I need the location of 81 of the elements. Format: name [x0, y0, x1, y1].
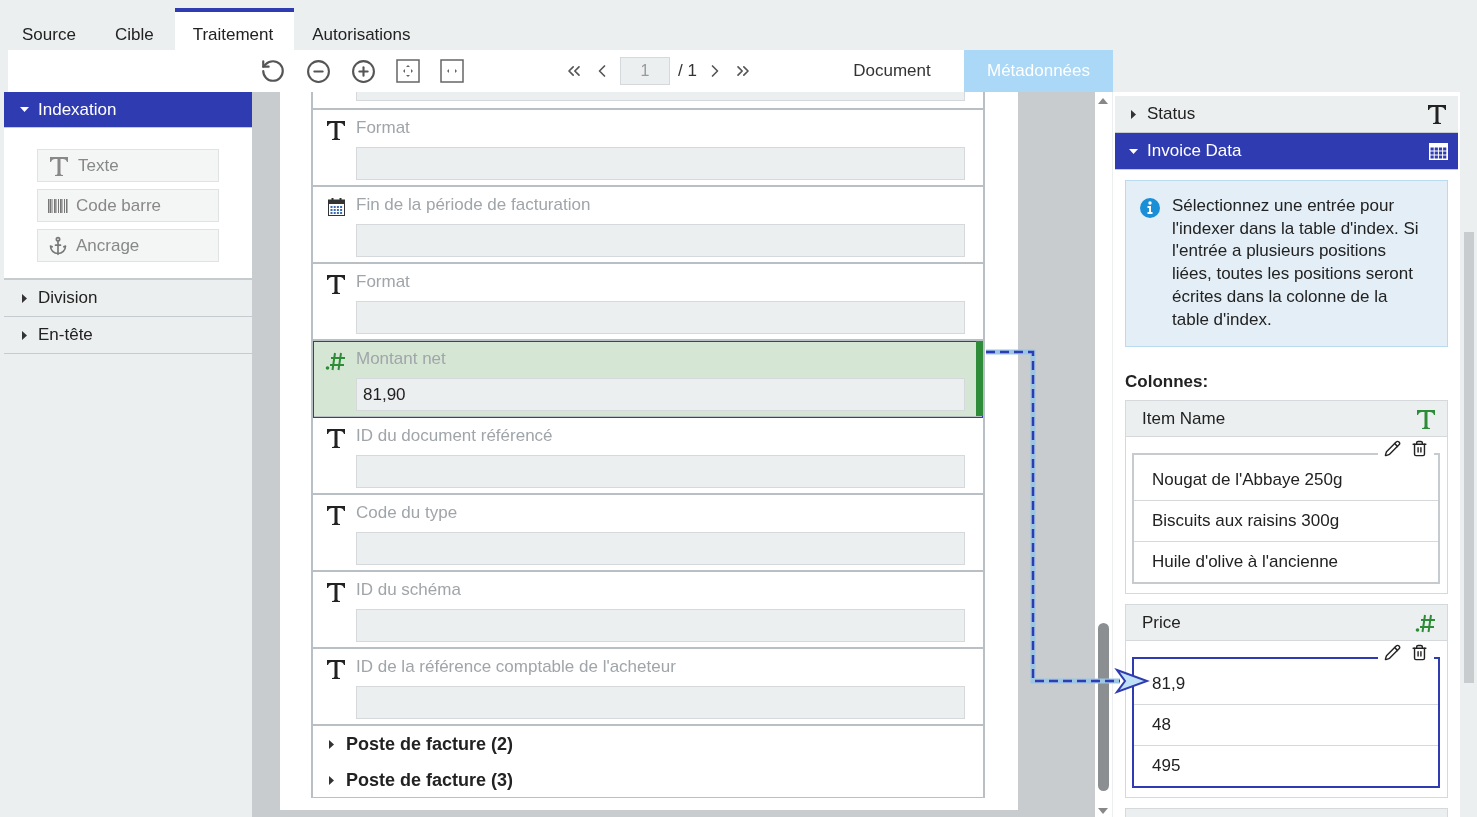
- palette-label: Code barre: [76, 195, 162, 216]
- input-field[interactable]: [356, 301, 965, 334]
- field-label: Format: [356, 272, 411, 293]
- column-name: Item Name: [1142, 408, 1227, 429]
- input-field[interactable]: [356, 609, 965, 642]
- edit-icon[interactable]: [1384, 644, 1401, 662]
- text-type-icon: [1415, 407, 1437, 430]
- page-count: / 1: [678, 61, 697, 81]
- field-label: ID de la référence comptable de l'acheteur: [356, 657, 677, 678]
- panel-section[interactable]: Status: [1115, 96, 1458, 133]
- column-value[interactable]: 81,9: [1134, 664, 1438, 705]
- input-field[interactable]: 81,90: [356, 378, 965, 411]
- section-title: Poste de facture (2): [346, 734, 514, 755]
- number-type-icon: [325, 351, 347, 371]
- input-field[interactable]: [356, 92, 965, 101]
- info-icon: [1140, 198, 1160, 218]
- collapsible-section[interactable]: Poste de facture (3): [327, 770, 983, 791]
- field-label: Code du type: [356, 503, 459, 524]
- text-type-icon: [325, 273, 347, 295]
- text-type-icon: [1426, 103, 1448, 125]
- field-label: ID du document référencé: [356, 426, 554, 447]
- rotate-icon[interactable]: [260, 58, 286, 84]
- scrollbar[interactable]: [1095, 92, 1112, 817]
- section-title: Status: [1147, 104, 1197, 124]
- input-field[interactable]: [356, 147, 965, 180]
- section-title: Division: [38, 288, 98, 308]
- tab[interactable]: Traitement: [174, 8, 295, 50]
- text-type-icon: [325, 427, 347, 449]
- text-type-icon: [325, 581, 347, 603]
- delete-icon[interactable]: [1411, 440, 1428, 458]
- column-value[interactable]: 48: [1134, 704, 1438, 746]
- field-label: Fin de la période de facturation: [356, 195, 592, 216]
- caret-icon: [1129, 146, 1138, 156]
- field-label: Montant net: [356, 349, 447, 370]
- delete-icon[interactable]: [1411, 644, 1428, 662]
- section-title: Invoice Data: [1147, 141, 1243, 161]
- panel-section[interactable]: Invoice Data: [1115, 133, 1458, 170]
- column-value[interactable]: Biscuits aux raisins 300g: [1134, 500, 1438, 542]
- sidebar-section[interactable]: Indexation: [4, 92, 252, 128]
- tab[interactable]: Autorisations: [294, 8, 432, 50]
- barcode-icon: [48, 198, 68, 213]
- tab[interactable]: Source: [4, 8, 97, 50]
- text-type-icon: [325, 119, 347, 141]
- caret-icon: [327, 740, 336, 749]
- edit-icon[interactable]: [1384, 440, 1401, 458]
- section-title: En-tête: [38, 325, 93, 345]
- column-value[interactable]: Nougat de l'Abbaye 250g: [1134, 460, 1438, 501]
- caret-icon: [1129, 109, 1138, 119]
- column-value[interactable]: 495: [1134, 745, 1438, 787]
- caret-icon: [20, 293, 29, 303]
- section-title: Poste de facture (3): [346, 770, 514, 791]
- field-label: ID du schéma: [356, 580, 462, 601]
- zoom-in-icon[interactable]: [351, 58, 376, 84]
- fit-page-icon[interactable]: [396, 59, 420, 83]
- input-field[interactable]: [356, 455, 965, 488]
- collapsible-section[interactable]: Poste de facture (2): [327, 734, 983, 755]
- caret-icon: [20, 105, 29, 114]
- column-name: Price: [1142, 612, 1182, 633]
- tab[interactable]: Cible: [96, 8, 175, 50]
- caret-icon: [327, 776, 336, 785]
- input-field[interactable]: [356, 224, 965, 257]
- section-title: Indexation: [38, 99, 117, 120]
- palette-label: Texte: [78, 155, 119, 176]
- info-text: Sélectionnez une entrée pour l'indexer dans la table d'index. Si l'entrée a plusieurs positions liées, toutes les positions seront écrites dans la colonne de la table d'index.: [1172, 195, 1419, 331]
- number-type-icon: [1415, 612, 1437, 633]
- text-type-icon: [325, 658, 347, 680]
- zoom-out-icon[interactable]: [306, 58, 331, 84]
- palette-label: Ancrage: [76, 235, 140, 256]
- form-field[interactable]: Montant net 81,90: [313, 341, 983, 418]
- columns-label: Colonnes:: [1125, 372, 1210, 393]
- input-field[interactable]: [356, 686, 965, 719]
- field-label: Format: [356, 118, 411, 139]
- input-field[interactable]: [356, 532, 965, 565]
- caret-icon: [20, 330, 29, 340]
- fit-width-icon[interactable]: [440, 59, 464, 83]
- table-icon: [1429, 142, 1448, 160]
- calendar-icon: [327, 198, 345, 216]
- text-type-icon: [325, 504, 347, 526]
- text-type-icon: [48, 154, 70, 177]
- anchor-icon: [48, 235, 68, 256]
- column-value[interactable]: Huile d'olive à l'ancienne: [1134, 541, 1438, 583]
